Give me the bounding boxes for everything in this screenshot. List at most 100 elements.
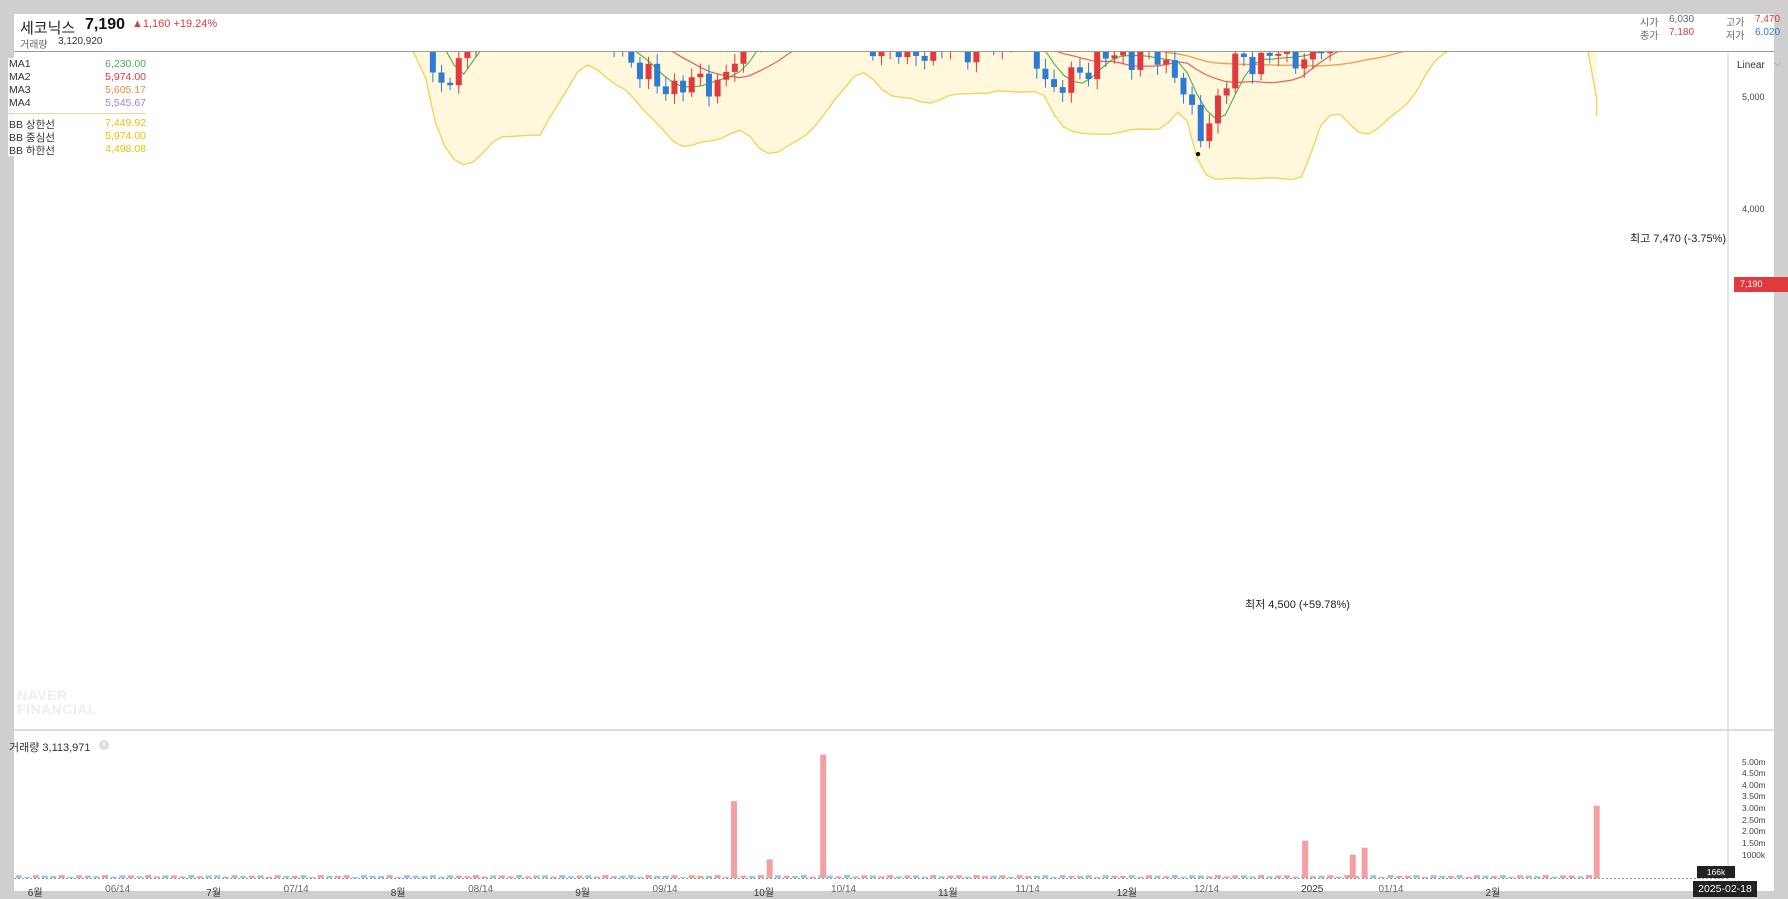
- volume-bar: [1068, 875, 1075, 878]
- candle: [671, 80, 678, 95]
- volume-bar: [636, 876, 643, 878]
- candle: [654, 63, 661, 87]
- volume-bar: [559, 875, 566, 878]
- legend-name: MA4: [9, 97, 31, 109]
- stock-header: 세코닉스 7,190 ▲1,160 +19.24% 거래량 3,120,920 …: [14, 14, 1780, 52]
- volume-bar: [127, 875, 134, 878]
- candle: [1163, 60, 1170, 65]
- volume-bar: [792, 876, 799, 878]
- legend-ma-row[interactable]: MA2 5,974.00: [8, 71, 146, 84]
- candle: [1085, 72, 1092, 80]
- volume-bar: [498, 875, 505, 878]
- volume-bar: [516, 875, 523, 878]
- candle: [731, 63, 738, 72]
- price-change: ▲1,160 +19.24%: [132, 18, 218, 30]
- time-tick-label: 07/14: [283, 884, 309, 895]
- legend-ma-row[interactable]: MA1 6,230.00: [8, 58, 146, 71]
- volume-bar: [171, 875, 178, 878]
- volume-bar: [826, 875, 833, 878]
- volume-bar: [429, 875, 436, 878]
- volume-bar: [697, 875, 704, 878]
- chevron-down-icon[interactable]: ⌵: [1774, 58, 1781, 69]
- time-tick-label: 2025: [1301, 884, 1324, 895]
- volume-bar: [188, 875, 195, 878]
- volume-bar: [1465, 876, 1472, 878]
- candle: [1284, 52, 1291, 54]
- volume-bar: [1163, 876, 1170, 878]
- volume-bar: [1327, 875, 1334, 878]
- candle: [680, 80, 687, 93]
- volume-bar: [1249, 876, 1256, 878]
- volume-bar: [1344, 875, 1351, 878]
- volume-bar: [820, 754, 827, 878]
- volume-bar: [904, 875, 911, 878]
- price-tick-label: 5,000: [1742, 92, 1765, 102]
- candle: [904, 52, 911, 58]
- legend-ma-row[interactable]: MA3 5,605.17: [8, 84, 146, 97]
- legend-bb-row[interactable]: BB 상한선 7,449.92: [8, 117, 146, 131]
- volume-bar: [1076, 875, 1083, 878]
- high-annotation: 최고 7,470 (-3.75%): [1630, 233, 1727, 245]
- volume-bar: [593, 876, 600, 878]
- candle: [1068, 67, 1075, 93]
- volume-bar: [533, 875, 540, 878]
- volume-tick-label: 2.50m: [1742, 814, 1766, 825]
- volume-bar: [1396, 875, 1403, 878]
- price-chart-svg[interactable]: [14, 52, 1774, 891]
- volume-bar: [1370, 875, 1377, 878]
- candle: [964, 52, 971, 63]
- candle: [913, 52, 920, 56]
- volume-bar: [1258, 875, 1265, 878]
- volume-bar: [1482, 875, 1489, 878]
- volume-bar: [705, 875, 712, 878]
- volume-bar: [455, 875, 462, 878]
- legend-bb-row[interactable]: BB 하한선 4,498.08: [8, 143, 146, 157]
- candle: [1076, 67, 1083, 73]
- candle: [895, 52, 902, 58]
- volume-bar: [1232, 875, 1239, 878]
- legend-bb-row[interactable]: BB 중심선 5,974.00: [8, 130, 146, 144]
- volume-bar: [1240, 875, 1247, 878]
- chart-area[interactable]: [14, 52, 1774, 891]
- volume-bar: [473, 875, 480, 878]
- candle: [1197, 104, 1204, 142]
- volume-tick-label: 1000k: [1742, 849, 1766, 860]
- volume-bar: [964, 876, 971, 878]
- legend-ma-row[interactable]: MA4 5,545.67: [8, 97, 146, 110]
- candle: [878, 52, 885, 57]
- candle: [1266, 52, 1273, 56]
- volume-label: 거래량: [20, 40, 48, 51]
- volume-bar: [895, 876, 902, 878]
- candle: [438, 72, 445, 83]
- volume-bar: [240, 876, 247, 878]
- volume-panel-title: 거래량 3,113,971: [9, 742, 91, 754]
- volume-bar: [481, 876, 488, 878]
- price-tick-label: 4,000: [1742, 204, 1765, 215]
- close-icon[interactable]: ×: [99, 740, 109, 750]
- scale-mode-button[interactable]: Linear: [1737, 60, 1765, 71]
- candle: [930, 52, 937, 61]
- volume-bar: [730, 801, 737, 878]
- volume-bar: [76, 875, 83, 878]
- time-tick-label: 8월: [390, 888, 406, 899]
- volume-bar: [999, 875, 1006, 878]
- volume-bar: [809, 876, 816, 878]
- volume-bar: [1206, 876, 1213, 878]
- volume-bar: [1223, 876, 1230, 878]
- volume-bar: [412, 875, 419, 878]
- volume-bar: [334, 875, 341, 878]
- indicator-legend: MA1 6,230.00 MA2 5,974.00 MA3 5,605.17 MA4 5,54…: [8, 58, 146, 157]
- volume-bar: [1059, 875, 1066, 878]
- volume-bar: [921, 876, 928, 878]
- volume-bar: [1033, 875, 1040, 878]
- candle: [1051, 79, 1058, 88]
- low-marker: [1195, 151, 1201, 157]
- candle: [973, 52, 980, 63]
- volume-bar: [1413, 875, 1420, 878]
- volume-bar: [783, 875, 790, 878]
- volume-bar: [1516, 875, 1523, 878]
- volume-bar: [1025, 875, 1032, 878]
- close-label: 종가: [1640, 31, 1659, 42]
- volume-bar: [619, 875, 626, 878]
- volume-bar: [835, 876, 842, 878]
